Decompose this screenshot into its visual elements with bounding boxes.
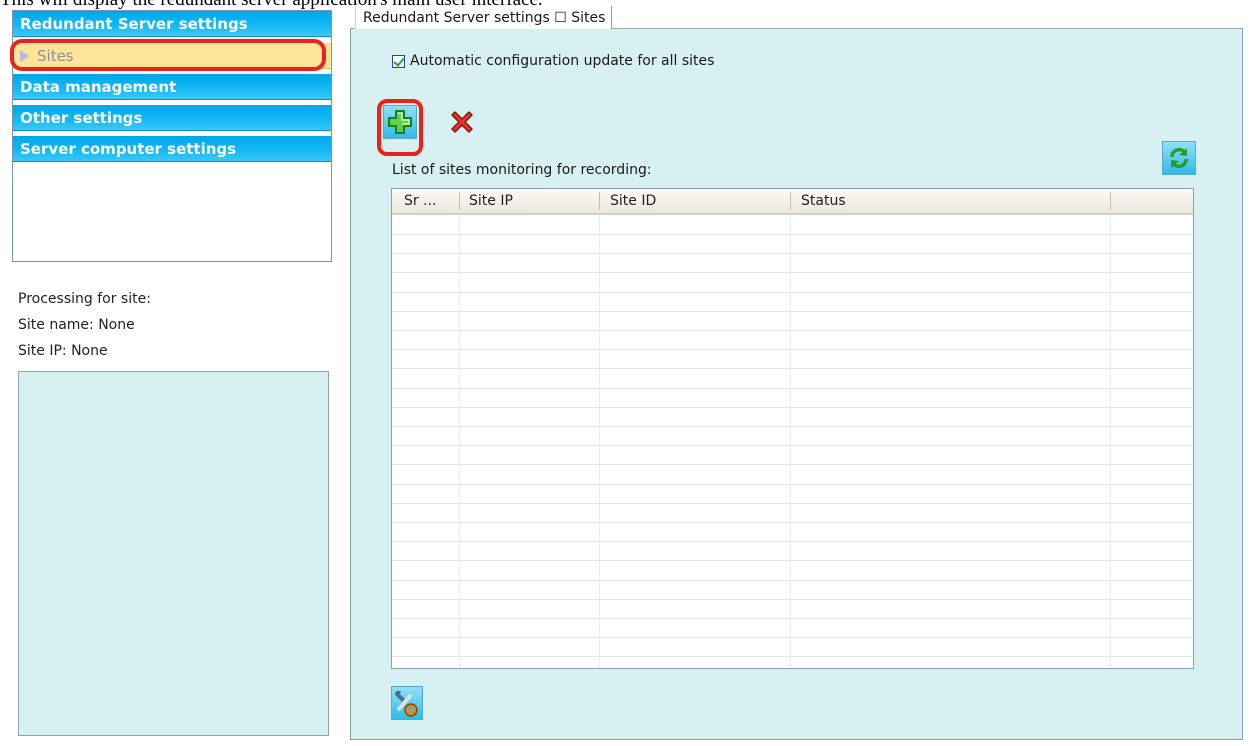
- column-divider[interactable]: [459, 192, 460, 210]
- sites-table-header: Sr ... Site IP Site ID Status: [392, 189, 1193, 215]
- table-grid-row: [392, 599, 1193, 600]
- table-grid-row: [392, 445, 1193, 446]
- column-header-status[interactable]: Status: [801, 189, 846, 213]
- auto-update-label: Automatic configuration update for all s…: [410, 53, 715, 69]
- nav-item-label: Server computer settings: [20, 140, 237, 158]
- add-site-button[interactable]: [383, 105, 417, 139]
- column-header-sr[interactable]: Sr ...: [404, 189, 436, 213]
- refresh-button[interactable]: [1162, 141, 1196, 175]
- delete-site-button[interactable]: [446, 106, 478, 138]
- delete-x-icon: [451, 111, 473, 133]
- nav-item-label: Sites: [37, 47, 74, 65]
- column-divider[interactable]: [1110, 192, 1111, 210]
- table-grid-row: [392, 522, 1193, 523]
- table-grid-column: [790, 215, 791, 668]
- table-grid-row: [392, 330, 1193, 331]
- refresh-icon: [1170, 147, 1188, 169]
- table-grid-row: [392, 388, 1193, 389]
- nav-item-label: Other settings: [20, 109, 143, 127]
- sites-table[interactable]: Sr ... Site IP Site ID Status: [391, 188, 1194, 669]
- table-grid-column: [459, 215, 460, 668]
- settings-nav-panel: Redundant Server settings Sites Data man…: [12, 10, 332, 262]
- table-grid-row: [392, 272, 1193, 273]
- table-grid-row: [392, 618, 1193, 619]
- nav-item-data-management[interactable]: Data management: [13, 74, 331, 100]
- auto-update-row[interactable]: Automatic configuration update for all s…: [392, 53, 714, 69]
- nav-item-other-settings[interactable]: Other settings: [13, 105, 331, 131]
- table-grid-row: [392, 560, 1193, 561]
- site-settings-button[interactable]: [391, 686, 423, 720]
- auto-update-checkbox[interactable]: [392, 54, 405, 68]
- table-grid-column: [599, 215, 600, 668]
- table-grid-row: [392, 580, 1193, 581]
- sites-list-label: List of sites monitoring for recording:: [392, 162, 652, 178]
- table-grid-row: [392, 253, 1193, 254]
- tools-icon: [395, 691, 418, 717]
- table-grid-row: [392, 234, 1193, 235]
- redundant-server-app: Redundant Server settings Sites Data man…: [0, 0, 1254, 746]
- nav-item-redundant-server-settings[interactable]: Redundant Server settings: [13, 11, 331, 37]
- column-header-site-id[interactable]: Site ID: [610, 189, 656, 213]
- table-grid-row: [392, 637, 1193, 638]
- site-processing-box: [18, 371, 329, 736]
- column-divider[interactable]: [790, 192, 791, 210]
- table-grid-row: [392, 541, 1193, 542]
- nav-item-sites[interactable]: Sites: [13, 43, 331, 69]
- table-grid-row: [392, 503, 1193, 504]
- site-ip-text: Site IP: None: [18, 343, 108, 359]
- table-grid-row: [392, 292, 1193, 293]
- tab-sites[interactable]: Redundant Server settings ☐ Sites: [355, 6, 613, 29]
- plus-icon: [388, 110, 412, 134]
- table-grid-column: [1110, 215, 1111, 668]
- processing-heading: Processing for site:: [18, 291, 151, 307]
- table-grid-row: [392, 311, 1193, 312]
- table-grid-row: [392, 484, 1193, 485]
- table-grid-row: [392, 368, 1193, 369]
- table-grid-row: [392, 656, 1193, 657]
- nav-item-label: Data management: [20, 78, 177, 96]
- column-header-site-ip[interactable]: Site IP: [469, 189, 513, 213]
- table-grid-row: [392, 407, 1193, 408]
- column-divider[interactable]: [599, 192, 600, 210]
- nav-item-server-computer-settings[interactable]: Server computer settings: [13, 136, 331, 162]
- table-grid-row: [392, 349, 1193, 350]
- site-name-text: Site name: None: [18, 317, 135, 333]
- expand-triangle-icon: [20, 49, 29, 62]
- table-grid-row: [392, 426, 1193, 427]
- table-grid-row: [392, 464, 1193, 465]
- nav-item-label: Redundant Server settings: [20, 15, 248, 33]
